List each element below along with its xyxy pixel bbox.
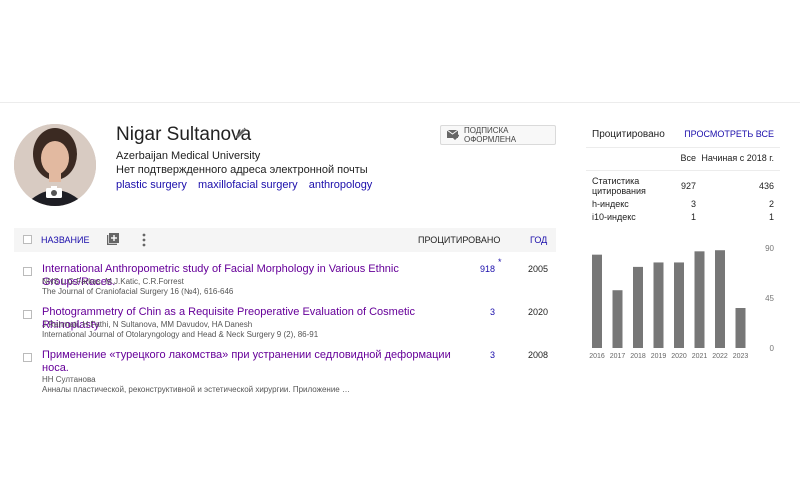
row-checkbox[interactable] — [23, 267, 32, 276]
i10-index-since: 1 — [768, 212, 774, 222]
mail-check-icon — [447, 130, 459, 140]
article-cited-count[interactable]: 3 — [465, 307, 495, 317]
article-year: 2020 — [528, 307, 549, 317]
chart-x-tick: 2020 — [671, 353, 687, 360]
more-vert-icon[interactable] — [142, 233, 146, 247]
article-cited-count[interactable]: 918 — [465, 264, 495, 274]
citations-label-line1[interactable]: Статистика — [592, 176, 639, 186]
chart-y-tick: 90 — [765, 244, 774, 253]
chart-x-tick: 2016 — [589, 353, 605, 360]
stats-divider — [586, 170, 780, 171]
chart-bar-2016[interactable] — [592, 254, 602, 348]
article-authors: J Rahmati, H Fathi, N Sultanova, MM Davu… — [42, 320, 253, 329]
cited-by-title: Процитировано — [592, 129, 665, 140]
profile-name: Nigar Sultanova — [116, 124, 252, 145]
citations-label-line2[interactable]: цитирования — [592, 186, 646, 196]
chart-bar-2017[interactable] — [612, 290, 623, 348]
article-cited-count[interactable]: 3 — [465, 350, 495, 360]
profile-affiliation: Azerbaijan Medical University — [116, 150, 261, 162]
stats-col-since: Начиная с 2018 г. — [701, 153, 774, 163]
chart-bar-2019[interactable] — [653, 262, 664, 348]
i10-index-label[interactable]: i10-индекс — [592, 212, 636, 222]
chart-y-tick: 0 — [770, 344, 775, 353]
view-all-link[interactable]: ПРОСМОТРЕТЬ ВСЕ — [684, 129, 774, 139]
article-authors: НН Султанова — [42, 375, 96, 384]
h-index-since: 2 — [768, 199, 774, 209]
row-checkbox[interactable] — [23, 310, 32, 319]
chart-x-tick: 2018 — [630, 353, 646, 360]
sort-by-year[interactable]: ГОД — [530, 235, 547, 245]
row-checkbox[interactable] — [23, 353, 32, 362]
sort-by-title[interactable]: НАЗВАНИЕ — [41, 235, 90, 245]
h-index-label[interactable]: h-индекс — [592, 199, 629, 209]
chart-bar-2022[interactable] — [715, 250, 725, 348]
article-source: Анналы пластической, реконструктивной и … — [42, 385, 350, 394]
citations-bar-chart: 2016 2017 2018 2019 2020 2021 2022 2023 0 45 90 — [589, 244, 775, 360]
citations-since: 436 — [758, 181, 774, 191]
chart-bar-2018[interactable] — [633, 266, 643, 348]
follow-label: ПОДПИСКА ОФОРМЛЕНА — [464, 126, 517, 144]
column-cited: ПРОЦИТИРОВАНО — [418, 235, 501, 245]
interest-tag[interactable]: plastic surgery — [116, 179, 187, 191]
profile-email-status: Нет подтвержденного адреса электронной п… — [116, 164, 368, 176]
header-divider — [0, 102, 800, 103]
chart-bar-2020[interactable] — [674, 262, 684, 348]
merged-star[interactable]: * — [498, 257, 502, 267]
chart-bar-2023[interactable] — [735, 308, 746, 348]
chart-x-tick: 2023 — [733, 353, 749, 360]
cited-by-header: Процитировано ПРОСМОТРЕТЬ ВСЕ — [586, 124, 780, 148]
article-year: 2005 — [528, 264, 549, 274]
interest-tag[interactable]: maxillofacial surgery — [198, 179, 298, 191]
chart-bar-2021[interactable] — [694, 251, 705, 348]
chart-x-tick: 2019 — [651, 353, 667, 360]
follow-button[interactable]: ПОДПИСКА ОФОРМЛЕНА — [440, 125, 556, 145]
pencil-icon[interactable] — [235, 127, 247, 139]
chart-x-tick: 2021 — [692, 353, 708, 360]
article-year: 2008 — [528, 350, 549, 360]
chart-x-tick: 2022 — [712, 353, 728, 360]
article-title[interactable]: Применение «турецкого лакомства» при уст… — [42, 349, 452, 375]
interest-tag[interactable]: anthropology — [309, 179, 373, 191]
chart-y-tick: 45 — [765, 294, 774, 303]
camera-icon[interactable] — [46, 186, 62, 198]
article-source: The Journal of Craniofacial Surgery 16 (… — [42, 287, 234, 296]
chart-x-tick: 2017 — [610, 353, 626, 360]
articles-table-header: НАЗВАНИЕ ПРОЦИТИРОВАНО ГОД — [14, 228, 556, 252]
article-authors: NNS L.G.Farkas, M.J.Katic, C.R.Forrest — [42, 277, 184, 286]
add-box-icon[interactable] — [107, 233, 119, 245]
article-source: International Journal of Otolaryngology … — [42, 330, 319, 339]
profile-interests: plastic surgery maxillofacial surgery an… — [116, 179, 380, 191]
select-all-checkbox[interactable] — [23, 235, 32, 244]
